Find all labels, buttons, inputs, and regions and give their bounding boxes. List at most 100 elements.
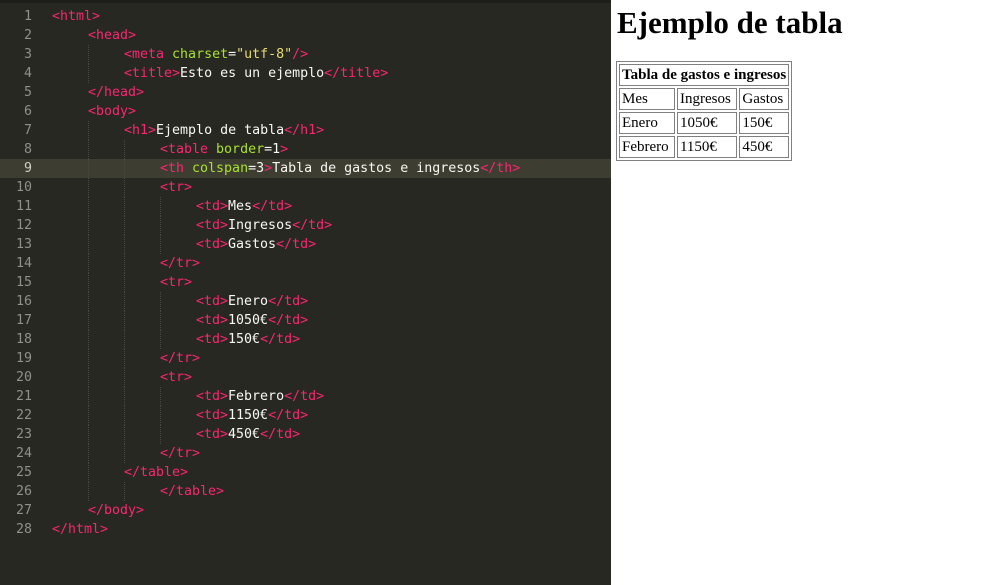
code-text: <tr> <box>160 178 192 197</box>
code-line[interactable]: 18 <td>150€</td> <box>0 330 611 349</box>
indent-guide <box>124 330 125 349</box>
code-editor[interactable]: 1 <html> 2 <head> 3 <meta charset="utf-8"/> 4 <… <box>0 0 611 585</box>
code-token-tag: <tr> <box>160 370 193 385</box>
code-token-tag: <table <box>160 142 217 157</box>
indent-guide <box>88 273 89 292</box>
line-number: 7 <box>23 123 32 138</box>
code-token-tag: <body> <box>88 104 137 119</box>
code-line[interactable]: 5 </head> <box>0 83 611 102</box>
code-token-tag: </td> <box>268 408 309 423</box>
indent-guide <box>160 425 161 444</box>
code-token-tag: <td> <box>196 199 229 214</box>
code-token-tag: <th <box>160 161 193 176</box>
code-token-tag: </td> <box>292 218 333 233</box>
code-line[interactable]: 25 </table> <box>0 463 611 482</box>
indent-guide <box>160 235 161 254</box>
table-cell: 1150€ <box>676 136 738 158</box>
code-token-txt: =3 <box>248 161 265 176</box>
code-line[interactable]: 23 <td>450€</td> <box>0 425 611 444</box>
code-token-tag: <meta <box>124 47 173 62</box>
code-line[interactable]: 19 </tr> <box>0 349 611 368</box>
code-line[interactable]: 10 <tr> <box>0 178 611 197</box>
code-token-tag: </td> <box>268 294 309 309</box>
code-line[interactable]: 28 </html> <box>0 520 611 539</box>
code-token-tag: <tr> <box>160 275 193 290</box>
indent-guide <box>88 140 89 159</box>
line-number: 18 <box>15 332 32 347</box>
line-number: 17 <box>15 313 32 328</box>
code-line[interactable]: 2 <head> <box>0 26 611 45</box>
code-text: <td>1050€</td> <box>196 311 308 330</box>
indent-guide <box>88 330 89 349</box>
line-number: 22 <box>15 408 32 423</box>
code-line[interactable]: 7 <h1>Ejemplo de tabla</h1> <box>0 121 611 140</box>
indent-guide <box>88 368 89 387</box>
code-line[interactable]: 3 <meta charset="utf-8"/> <box>0 45 611 64</box>
code-line[interactable]: 14 </tr> <box>0 254 611 273</box>
table-cell: 1050€ <box>676 112 738 134</box>
indent-guide <box>160 311 161 330</box>
code-line[interactable]: 24 </tr> <box>0 444 611 463</box>
code-line[interactable]: 9 <th colspan=3>Tabla de gastos e ingreso… <box>0 159 611 178</box>
line-number: 9 <box>23 161 32 176</box>
code-lines[interactable]: 1 <html> 2 <head> 3 <meta charset="utf-8"/> 4 <… <box>0 7 611 539</box>
code-line[interactable]: 1 <html> <box>0 7 611 26</box>
code-text: <h1>Ejemplo de tabla</h1> <box>124 121 324 140</box>
line-number: 2 <box>23 28 32 43</box>
line-number: 21 <box>15 389 32 404</box>
code-line[interactable]: 4 <title>Esto es un ejemplo</title> <box>0 64 611 83</box>
code-token-tag: <h1> <box>124 123 157 138</box>
code-line[interactable]: 22 <td>1150€</td> <box>0 406 611 425</box>
code-token-tag: </title> <box>324 66 389 81</box>
code-text: <meta charset="utf-8"/> <box>124 45 308 64</box>
code-line[interactable]: 21 <td>Febrero</td> <box>0 387 611 406</box>
code-text: <table border=1> <box>160 140 288 159</box>
indent-guide <box>124 292 125 311</box>
code-token-txt: = <box>228 47 237 62</box>
indent-guide <box>160 197 161 216</box>
code-line[interactable]: 17 <td>1050€</td> <box>0 311 611 330</box>
line-number: 11 <box>15 199 32 214</box>
indent-guide <box>124 197 125 216</box>
code-line[interactable]: 15 <tr> <box>0 273 611 292</box>
code-token-txt: =1 <box>264 142 281 157</box>
line-number: 23 <box>15 427 32 442</box>
code-line[interactable]: 16 <td>Enero</td> <box>0 292 611 311</box>
indent-guide <box>160 216 161 235</box>
code-line[interactable]: 8 <table border=1> <box>0 140 611 159</box>
code-token-tag: </td> <box>252 199 293 214</box>
table-header-row: Tabla de gastos e ingresos <box>619 64 790 86</box>
table-cell: Ingresos <box>676 88 738 110</box>
indent-guide <box>88 45 89 64</box>
indent-guide <box>88 216 89 235</box>
code-token-txt: Ingresos <box>228 218 293 233</box>
indent-guide <box>124 482 125 501</box>
line-number: 10 <box>15 180 32 195</box>
code-line[interactable]: 20 <tr> <box>0 368 611 387</box>
table-cell: Enero <box>619 112 675 134</box>
indent-guide <box>88 349 89 368</box>
code-token-tag: > <box>280 142 289 157</box>
code-line[interactable]: 12 <td>Ingresos</td> <box>0 216 611 235</box>
line-number: 3 <box>23 47 32 62</box>
line-number: 26 <box>15 484 32 499</box>
code-line[interactable]: 11 <td>Mes</td> <box>0 197 611 216</box>
code-line[interactable]: 26 </table> <box>0 482 611 501</box>
table-header: Tabla de gastos e ingresos <box>619 64 790 86</box>
code-line[interactable]: 6 <body> <box>0 102 611 121</box>
code-token-txt: 150€ <box>228 332 261 347</box>
code-token-tag: > <box>264 161 273 176</box>
code-token-tag: </td> <box>276 237 317 252</box>
table-row: Febrero 1150€ 450€ <box>619 136 790 158</box>
code-line[interactable]: 13 <td>Gastos</td> <box>0 235 611 254</box>
code-token-tag: </td> <box>260 332 301 347</box>
code-token-tag: /> <box>292 47 309 62</box>
indent-guide <box>124 178 125 197</box>
code-token-tag: </body> <box>88 503 145 518</box>
code-text: <td>Ingresos</td> <box>196 216 332 235</box>
code-line[interactable]: 27 </body> <box>0 501 611 520</box>
indent-guide <box>88 292 89 311</box>
code-token-tag: <td> <box>196 237 229 252</box>
indent-guide <box>124 235 125 254</box>
indent-guide <box>88 178 89 197</box>
